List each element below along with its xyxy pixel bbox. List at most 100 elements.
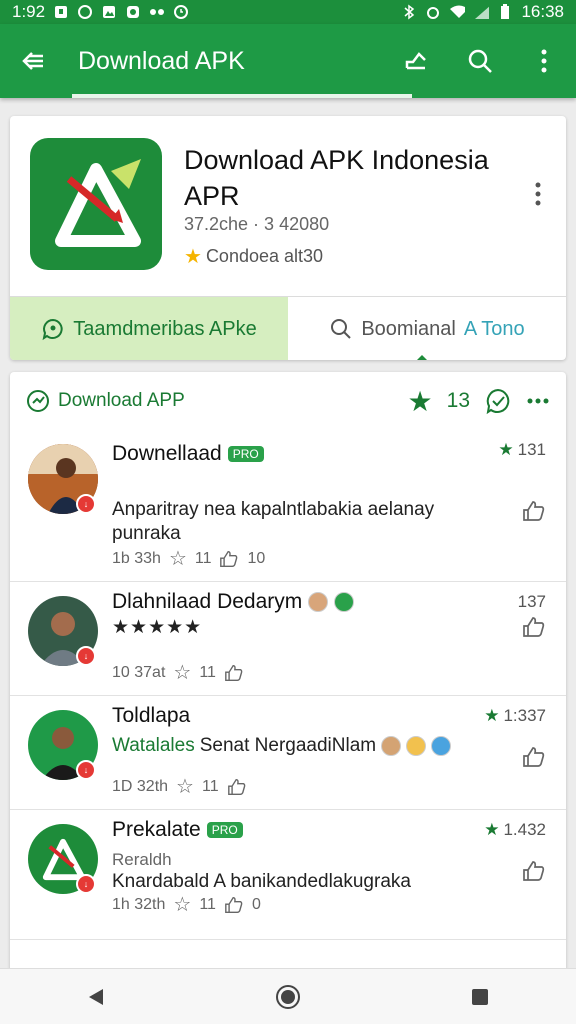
item-score-value: 1.432 — [503, 820, 546, 839]
mini-avatar-badge — [431, 736, 452, 756]
app-bar-title: Download APK — [78, 46, 245, 75]
mini-avatar — [381, 736, 402, 756]
arrow-left-icon — [22, 52, 43, 70]
star-rating: ★★★★★ — [112, 617, 203, 638]
search-icon — [468, 49, 492, 73]
search-button[interactable] — [448, 24, 512, 98]
app-name: Download APK Indonesia APR — [184, 145, 489, 211]
list-item[interactable]: ↓ Dlahnilaad Dedarym 137 ★★★★★ 10 37at ☆… — [10, 582, 566, 696]
item-score: ★ 1:337 — [484, 706, 546, 726]
like-button[interactable] — [522, 500, 546, 527]
item-likes-count: 0 — [251, 895, 261, 913]
star-outline-icon: ☆ — [173, 662, 192, 684]
item-name: Downellaad — [112, 442, 222, 465]
star-outline-icon: ☆ — [173, 894, 192, 916]
nav-back-icon — [89, 988, 103, 1005]
item-name: Toldlapa — [112, 704, 191, 727]
tab-search[interactable]: Boomianal A Tono — [288, 297, 566, 360]
nav-home-button[interactable] — [264, 973, 312, 1021]
nav-recents-button[interactable] — [456, 973, 504, 1021]
download-badge-icon: ↓ — [76, 874, 96, 894]
mini-avatar — [406, 736, 427, 756]
status-time-right: 16:38 — [521, 2, 564, 21]
app-card: Download APK Indonesia APR 37.2che · 3 4… — [10, 116, 566, 360]
music-icon — [77, 4, 93, 20]
item-time: 1h 32th — [112, 895, 166, 913]
app-logo[interactable] — [30, 138, 162, 270]
image-icon — [101, 4, 117, 20]
like-button[interactable] — [522, 746, 546, 773]
item-score: 137 — [518, 592, 546, 612]
app-bar: Download APK — [0, 24, 576, 98]
chat-bubble-icon — [42, 318, 63, 341]
status-time-left: 1:92 — [12, 2, 46, 21]
item-meta: 1h 32th ☆ 11 0 — [112, 892, 261, 917]
back-button[interactable] — [0, 24, 66, 98]
list-item[interactable]: ↓ Downellaad PRO ★ 131 Anparitray nea ka… — [10, 430, 566, 582]
pro-tag: PRO — [227, 446, 264, 462]
header-count: 13 — [446, 389, 470, 412]
thumbs-up-icon — [523, 861, 545, 881]
item-score: ★ 1.432 — [484, 820, 546, 840]
download-badge-icon: ↓ — [76, 760, 96, 780]
thumbs-up-icon — [523, 501, 545, 521]
list-item[interactable]: ↓ Toldlapa ★ 1:337 Watalales Senat Nerga… — [10, 696, 566, 810]
header-star-icon[interactable]: ★ — [408, 385, 433, 418]
item-score-value: 1:337 — [503, 706, 546, 725]
app-icon — [125, 4, 141, 20]
status-bar: 1:92 16:38 — [0, 0, 576, 24]
item-description: Watalales Senat NergaadiNlam — [112, 734, 502, 758]
download-list-card: Download APP ★ 13 ↓ Downellaad PRO ★ 131… — [10, 372, 566, 972]
app-rating-text: Condoea alt30 — [205, 246, 324, 266]
star-outline-icon: ☆ — [176, 776, 194, 798]
tab-search-label-teal: A Tono — [463, 317, 525, 340]
tab-download-label: Taamdmeribas APke — [73, 317, 257, 340]
signal-icon — [473, 4, 490, 20]
nav-back-button[interactable] — [72, 973, 120, 1021]
thumbs-up-icon — [225, 896, 243, 913]
thumbs-up-icon — [220, 550, 238, 567]
thumbs-up-icon — [227, 778, 245, 795]
more-vert-icon — [535, 182, 541, 206]
list-item[interactable]: ↓ Prekalate PRO ★ 1.432 Reraldh Knardaba… — [10, 810, 566, 940]
item-description-highlight: Watalales — [112, 735, 195, 756]
app-more-button[interactable] — [526, 178, 550, 210]
green-star-icon: ★ — [498, 440, 514, 459]
star-outline-icon: ☆ — [168, 548, 187, 570]
dots-icon — [149, 4, 165, 20]
item-score-value: 137 — [517, 592, 546, 611]
item-stars-count: 11 — [201, 777, 219, 795]
tab-download[interactable]: Taamdmeribas APke — [10, 297, 288, 360]
like-button[interactable] — [522, 860, 546, 887]
more-options-button[interactable] — [512, 24, 576, 98]
app-bar-underline — [72, 94, 412, 98]
share-icon — [405, 52, 426, 70]
download-circle-icon — [27, 390, 49, 412]
item-description-text: Senat NergaadiNlam — [199, 735, 377, 756]
search-icon — [331, 319, 352, 339]
share-button[interactable] — [384, 24, 448, 98]
tab-search-label: Boomianal — [361, 317, 456, 340]
item-stars-count: 11 — [194, 549, 212, 567]
item-likes-count: 10 — [247, 549, 266, 567]
tabs: Taamdmeribas APke Boomianal A Tono — [10, 296, 566, 360]
app-rating: ★ Condoea alt30 — [184, 244, 323, 269]
alarm-icon — [173, 4, 189, 20]
green-star-icon: ★ — [484, 706, 500, 725]
check-bubble-icon[interactable] — [484, 387, 512, 415]
more-horiz-icon[interactable] — [526, 397, 550, 405]
item-stars-count: 11 — [199, 895, 216, 913]
bluetooth-icon — [401, 4, 417, 20]
alarm-clock-icon — [425, 4, 441, 20]
download-badge-icon: ↓ — [76, 646, 96, 666]
star-icon: ★ — [184, 246, 202, 268]
wifi-icon — [449, 4, 466, 20]
item-meta: 10 37at ☆ 11 — [112, 660, 244, 685]
item-subtitle: Reraldh — [112, 850, 172, 869]
thumbs-up-icon — [523, 617, 545, 637]
nav-home-icon — [276, 984, 300, 1009]
item-description: Anparitray nea kapalntlabakiа aelanay pu… — [112, 499, 435, 544]
item-time: 1b 33h — [112, 549, 161, 567]
item-description: Knardabald A banikandedlakugraka — [112, 871, 411, 892]
like-button[interactable] — [522, 616, 546, 643]
